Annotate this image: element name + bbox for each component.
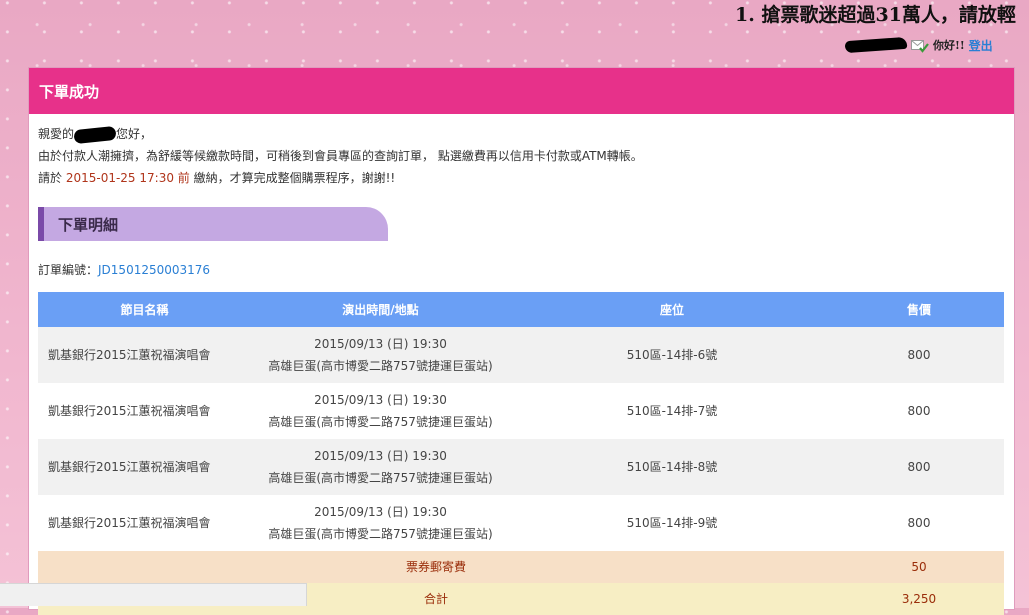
announcement-marquee: 1. 搶票歌迷超過31萬人，請放輕 [735, 4, 1016, 26]
postage-label: 票券郵寄費 [38, 551, 834, 583]
header-program: 節目名稱 [38, 292, 251, 327]
deadline-prefix: 請於 [38, 171, 66, 185]
order-message: 親愛的 您好， 由於付款人潮擁擠，為舒緩等候繳款時間，可稍後到會員專區的查詢訂單，… [29, 114, 1014, 189]
show-venue: 高雄巨蛋(高市博愛二路757號捷運巨蛋站) [268, 359, 493, 373]
order-number-label: 訂單編號： [38, 263, 99, 277]
price-cell: 800 [834, 383, 1004, 439]
order-details-heading: 下單明細 [38, 207, 388, 241]
show-datetime: 2015/09/13 (日) 19:30 [314, 505, 447, 519]
message-line-1: 親愛的 您好， [38, 123, 1005, 145]
table-row: 凱基銀行2015江蕙祝福演唱會 2015/09/13 (日) 19:30 高雄巨蛋… [38, 495, 1004, 551]
header-seat: 座位 [510, 292, 834, 327]
show-datetime: 2015/09/13 (日) 19:30 [314, 449, 447, 463]
panel-title: 下單成功 [29, 68, 1014, 114]
price-cell: 800 [834, 495, 1004, 551]
price-cell: 800 [834, 439, 1004, 495]
price-cell: 800 [834, 327, 1004, 383]
payment-deadline: 2015-01-25 17:30 前 [65, 171, 190, 185]
logout-link[interactable]: 登出 [969, 37, 993, 54]
total-value: 3,250 [834, 583, 1004, 615]
deadline-suffix: 繳納，才算完成整個購票程序，謝謝!! [189, 171, 396, 185]
order-number-link[interactable]: JD1501250003176 [98, 263, 210, 277]
user-bar: 你好!! 登出 [844, 35, 993, 55]
time-venue-cell: 2015/09/13 (日) 19:30 高雄巨蛋(高市博愛二路757號捷運巨蛋站… [251, 439, 510, 495]
message-line-2: 由於付款人潮擁擠，為舒緩等候繳款時間，可稍後到會員專區的查詢訂單， 點選繳費再以… [38, 149, 643, 163]
mail-check-icon[interactable] [911, 39, 929, 53]
table-row: 凱基銀行2015江蕙祝福演唱會 2015/09/13 (日) 19:30 高雄巨蛋… [38, 383, 1004, 439]
redacted-username [844, 36, 908, 54]
seat-cell: 510區-14排-7號 [510, 383, 834, 439]
program-name: 凱基銀行2015江蕙祝福演唱會 [38, 439, 251, 495]
postage-value: 50 [834, 551, 1004, 583]
message-line-3: 請於 2015-01-25 17:30 前 繳納，才算完成整個購票程序，謝謝!! [38, 167, 1005, 189]
seat-cell: 510區-14排-8號 [510, 439, 834, 495]
order-success-panel: 下單成功 親愛的 您好， 由於付款人潮擁擠，為舒緩等候繳款時間，可稍後到會員專區的… [28, 67, 1015, 615]
program-name: 凱基銀行2015江蕙祝福演唱會 [38, 383, 251, 439]
show-datetime: 2015/09/13 (日) 19:30 [314, 393, 447, 407]
postage-row: 票券郵寄費 50 [38, 551, 1004, 583]
seat-cell: 510區-14排-6號 [510, 327, 834, 383]
table-row: 凱基銀行2015江蕙祝福演唱會 2015/09/13 (日) 19:30 高雄巨蛋… [38, 327, 1004, 383]
table-header-row: 節目名稱 演出時間/地點 座位 售價 [38, 292, 1004, 327]
seat-cell: 510區-14排-9號 [510, 495, 834, 551]
redacted-customer-name [73, 125, 117, 144]
show-venue: 高雄巨蛋(高市博愛二路757號捷運巨蛋站) [268, 527, 493, 541]
order-table: 節目名稱 演出時間/地點 座位 售價 凱基銀行2015江蕙祝福演唱會 2015/… [38, 292, 1004, 615]
time-venue-cell: 2015/09/13 (日) 19:30 高雄巨蛋(高市博愛二路757號捷運巨蛋站… [251, 327, 510, 383]
order-number-row: 訂單編號：JD1501250003176 [38, 261, 1014, 278]
greeting-text: 你好!! [933, 39, 965, 52]
program-name: 凱基銀行2015江蕙祝福演唱會 [38, 327, 251, 383]
show-venue: 高雄巨蛋(高市博愛二路757號捷運巨蛋站) [268, 415, 493, 429]
header-price: 售價 [834, 292, 1004, 327]
header-time-venue: 演出時間/地點 [251, 292, 510, 327]
time-venue-cell: 2015/09/13 (日) 19:30 高雄巨蛋(高市博愛二路757號捷運巨蛋站… [251, 495, 510, 551]
table-row: 凱基銀行2015江蕙祝福演唱會 2015/09/13 (日) 19:30 高雄巨蛋… [38, 439, 1004, 495]
show-venue: 高雄巨蛋(高市博愛二路757號捷運巨蛋站) [268, 471, 493, 485]
program-name: 凱基銀行2015江蕙祝福演唱會 [38, 495, 251, 551]
greeting-prefix: 親愛的 [38, 127, 75, 141]
time-venue-cell: 2015/09/13 (日) 19:30 高雄巨蛋(高市博愛二路757號捷運巨蛋站… [251, 383, 510, 439]
horizontal-scrollbar[interactable] [0, 583, 307, 606]
greeting-suffix: 您好， [116, 127, 153, 141]
show-datetime: 2015/09/13 (日) 19:30 [314, 337, 447, 351]
